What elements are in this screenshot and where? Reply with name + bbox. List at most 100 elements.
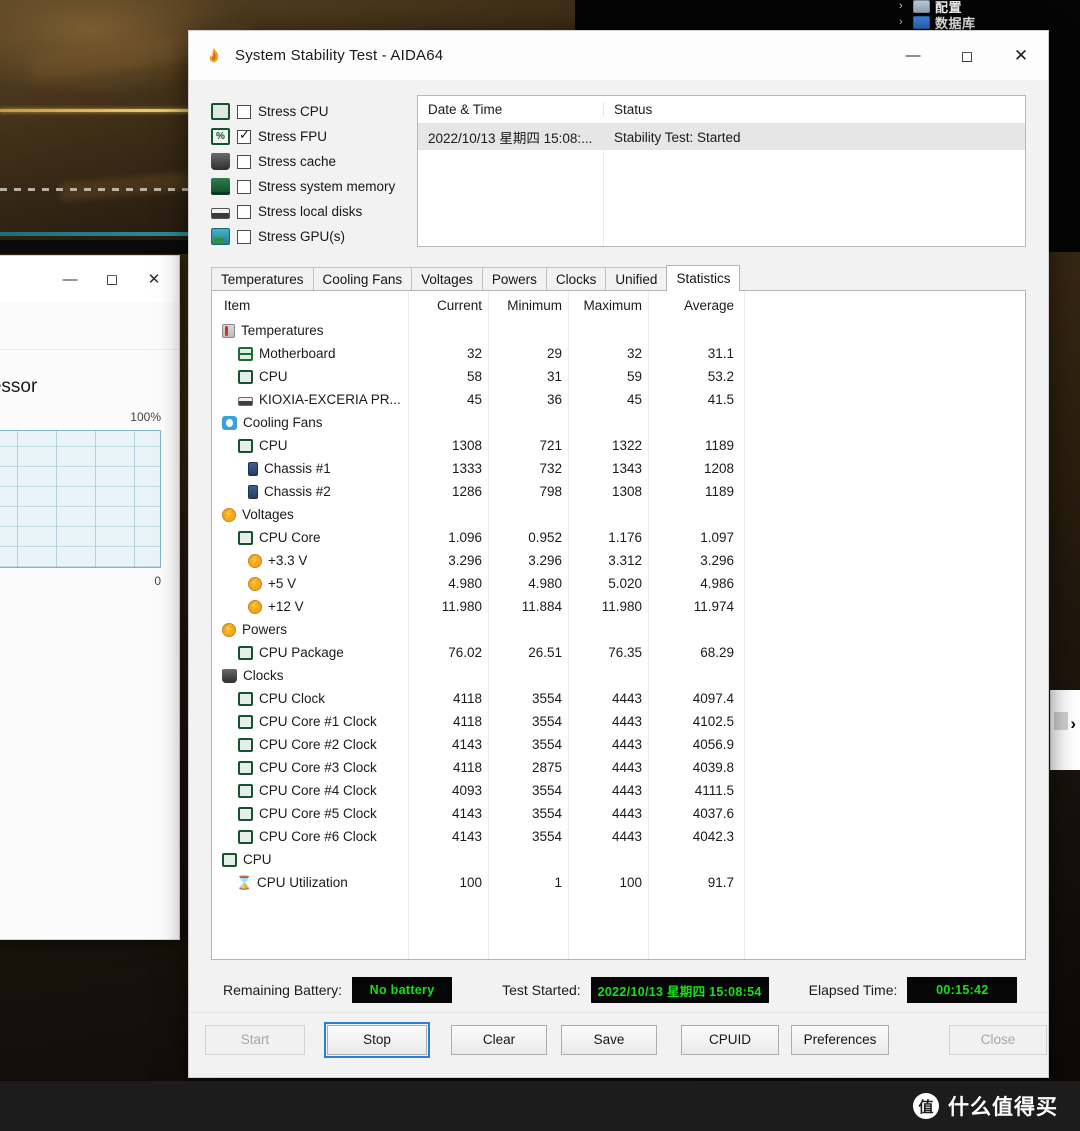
table-row[interactable]: +12 V 11.980 11.884 11.980 11.974 <box>212 595 1025 618</box>
voltage-icon <box>248 553 262 568</box>
minimize-button[interactable]: — <box>49 263 91 295</box>
chevron-right-icon[interactable]: › <box>1070 714 1076 734</box>
stress-option-disks[interactable]: Stress local disks <box>211 199 401 224</box>
stress-disks-checkbox[interactable] <box>237 204 251 219</box>
row-current-value: 4118 <box>452 760 482 775</box>
tab-cooling-fans[interactable]: Cooling Fans <box>312 267 413 291</box>
row-average-value: 3.296 <box>700 553 734 568</box>
tab-clocks[interactable]: Clocks <box>545 267 607 291</box>
panel-handle[interactable] <box>1054 712 1068 730</box>
stress-fpu-checkbox[interactable] <box>237 127 251 144</box>
row-maximum-value: 3.312 <box>608 553 642 568</box>
close-button[interactable]: ✕ <box>994 31 1048 81</box>
table-row[interactable]: CPU Core #2 Clock 4143 3554 4443 4056.9 <box>212 733 1025 756</box>
hourglass-icon <box>238 876 251 890</box>
log-column-status: Status <box>614 102 653 117</box>
table-row[interactable]: CPU 1308 721 1322 1189 <box>212 434 1025 457</box>
table-row[interactable]: +3.3 V 3.296 3.296 3.312 3.296 <box>212 549 1025 572</box>
column-header-current[interactable]: Current <box>408 298 488 313</box>
table-row[interactable]: Chassis #2 1286 798 1308 1189 <box>212 480 1025 503</box>
task-manager-window[interactable]: — ◻ ✕ -Core Processor 100% 0 GHz 用 KB MB… <box>0 255 180 940</box>
stress-option-cpu[interactable]: Stress CPU <box>211 99 401 124</box>
row-current-value: 3.296 <box>448 553 482 568</box>
grid-header-row: Item Current Minimum Maximum Average <box>212 291 1025 319</box>
table-row[interactable]: +5 V 4.980 4.980 5.020 4.986 <box>212 572 1025 595</box>
table-row[interactable]: Temperatures <box>212 319 1025 342</box>
row-maximum-value: 4443 <box>611 691 642 706</box>
window-titlebar[interactable]: System Stability Test - AIDA64 — ◻ ✕ <box>189 31 1048 81</box>
memory-stat-row: MB <box>0 790 161 806</box>
maximize-button[interactable]: ◻ <box>940 31 994 81</box>
stress-cpu-checkbox[interactable] <box>237 104 251 119</box>
table-row[interactable]: Cooling Fans <box>212 411 1025 434</box>
tab-statistics[interactable]: Statistics <box>666 265 741 291</box>
row-item-cell: CPU Utilization <box>212 875 408 890</box>
row-minimum-value: 3554 <box>531 783 562 798</box>
table-row[interactable]: Chassis #1 1333 732 1343 1208 <box>212 457 1025 480</box>
close-button[interactable]: ✕ <box>133 263 175 295</box>
table-row[interactable]: CPU Package 76.02 26.51 76.35 68.29 <box>212 641 1025 664</box>
row-minimum-value: 29 <box>546 346 562 361</box>
stress-option-cache[interactable]: Stress cache <box>211 149 401 174</box>
voltage-icon <box>248 576 262 591</box>
tab-temperatures[interactable]: Temperatures <box>211 267 314 291</box>
row-average-value: 11.974 <box>693 599 734 614</box>
stress-option-label: Stress CPU <box>258 104 329 119</box>
table-row[interactable]: CPU 58 31 59 53.2 <box>212 365 1025 388</box>
maximize-button[interactable]: ◻ <box>91 263 133 295</box>
table-row[interactable]: KIOXIA-EXCERIA PR... 45 36 45 41.5 <box>212 388 1025 411</box>
chassis-icon <box>248 461 258 476</box>
table-row[interactable]: CPU Core #6 Clock 4143 3554 4443 4042.3 <box>212 825 1025 848</box>
stress-option-memory[interactable]: Stress system memory <box>211 174 401 199</box>
tab-powers[interactable]: Powers <box>481 267 547 291</box>
table-row[interactable]: CPU Clock 4118 3554 4443 4097.4 <box>212 687 1025 710</box>
table-row[interactable]: CPU Utilization 100 1 100 91.7 <box>212 871 1025 894</box>
column-header-average[interactable]: Average <box>648 298 744 313</box>
start-button[interactable]: Start <box>205 1024 305 1055</box>
table-row[interactable]: CPU Core 1.096 0.952 1.176 1.097 <box>212 526 1025 549</box>
table-row[interactable]: CPU Core #1 Clock 4118 3554 4443 4102.5 <box>212 710 1025 733</box>
statistics-grid[interactable]: Item Current Minimum Maximum Average Tem… <box>211 290 1026 960</box>
stress-option-fpu[interactable]: Stress FPU <box>211 124 401 149</box>
tab-voltages[interactable]: Voltages <box>411 267 483 291</box>
stress-cache-checkbox[interactable] <box>237 154 251 169</box>
table-row[interactable]: Voltages <box>212 503 1025 526</box>
log-row[interactable]: 2022/10/13 星期四 15:08:... Stability Test:… <box>418 124 1025 150</box>
row-maximum-value: 4443 <box>611 714 642 729</box>
row-label: CPU Core #2 Clock <box>259 737 377 752</box>
table-row[interactable]: Powers <box>212 618 1025 641</box>
column-header-maximum[interactable]: Maximum <box>568 298 648 313</box>
background-tree-fragment: › 配置 › 数据库 <box>899 0 1034 32</box>
table-row[interactable]: CPU <box>212 848 1025 871</box>
memory-icon <box>211 178 230 195</box>
row-average-value: 4056.9 <box>692 737 734 752</box>
row-minimum-value: 3554 <box>531 691 562 706</box>
column-header-minimum[interactable]: Minimum <box>488 298 568 313</box>
tree-item-database[interactable]: › 数据库 <box>899 14 1034 31</box>
table-row[interactable]: Motherboard 32 29 32 31.1 <box>212 342 1025 365</box>
row-label: CPU Package <box>259 645 344 660</box>
table-row[interactable]: CPU Core #4 Clock 4093 3554 4443 4111.5 <box>212 779 1025 802</box>
save-button[interactable]: Save <box>561 1024 657 1055</box>
row-item-cell: CPU <box>212 369 408 384</box>
right-edge-panel[interactable]: › <box>1050 690 1080 770</box>
event-log-panel[interactable]: Date & Time Status 2022/10/13 星期四 15:08:… <box>417 95 1026 247</box>
clear-button[interactable]: Clear <box>451 1024 547 1055</box>
column-header-item[interactable]: Item <box>212 298 408 313</box>
sensor-tabs[interactable]: Temperatures Cooling Fans Voltages Power… <box>211 265 1026 291</box>
table-row[interactable]: CPU Core #5 Clock 4143 3554 4443 4037.6 <box>212 802 1025 825</box>
table-row[interactable]: CPU Core #3 Clock 4118 2875 4443 4039.8 <box>212 756 1025 779</box>
minimize-button[interactable]: — <box>886 31 940 81</box>
table-row[interactable]: Clocks <box>212 664 1025 687</box>
preferences-button[interactable]: Preferences <box>791 1024 889 1055</box>
row-average-value: 4097.4 <box>692 691 734 706</box>
close-button[interactable]: Close <box>949 1024 1047 1055</box>
tab-unified[interactable]: Unified <box>605 267 668 291</box>
aida64-stability-test-window[interactable]: System Stability Test - AIDA64 — ◻ ✕ Str… <box>188 30 1049 1078</box>
cpuid-button[interactable]: CPUID <box>681 1024 779 1055</box>
stress-option-gpu[interactable]: Stress GPU(s) <box>211 224 401 249</box>
row-average-value: 4037.6 <box>692 806 734 821</box>
stress-gpu-checkbox[interactable] <box>237 229 251 244</box>
stop-button[interactable]: Stop <box>324 1021 430 1058</box>
stress-memory-checkbox[interactable] <box>237 179 251 194</box>
